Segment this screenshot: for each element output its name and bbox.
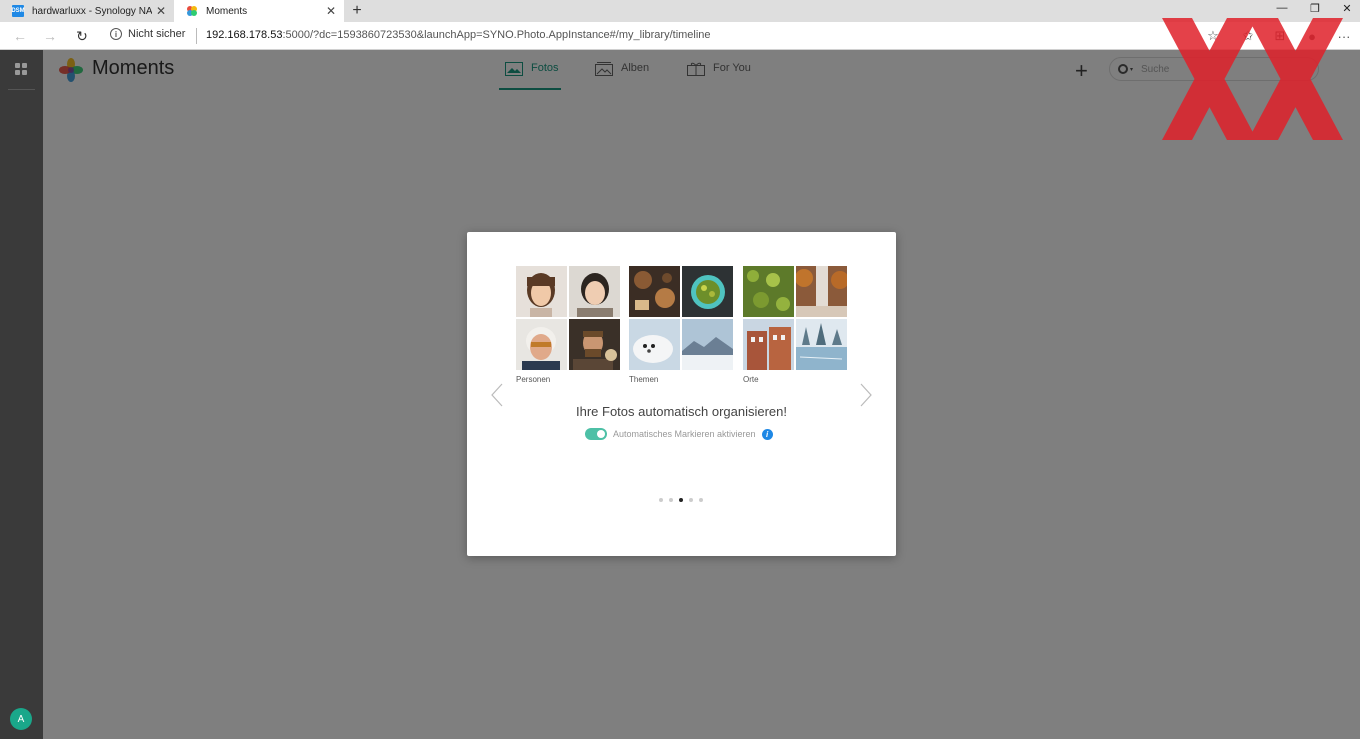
avatar[interactable]: A <box>10 708 32 730</box>
url-host: 192.168.178.53 <box>206 29 283 41</box>
person-photo <box>569 319 620 370</box>
theme-photo <box>682 266 733 317</box>
tab-strip: DSM hardwarluxx - Synology NAS ✕ Moments… <box>0 0 1360 22</box>
auto-tagging-toggle[interactable] <box>585 428 607 440</box>
auto-tagging-row: Automatisches Markieren aktivieren i <box>585 428 773 440</box>
theme-photo <box>682 319 733 370</box>
place-photo <box>796 319 847 370</box>
restore-button[interactable]: ❐ <box>1300 0 1330 16</box>
group-caption: Orte <box>743 375 759 384</box>
security-label: Nicht sicher <box>128 28 186 40</box>
group-caption: Personen <box>516 375 551 384</box>
group-caption: Themen <box>629 375 659 384</box>
dialog-headline: Ihre Fotos automatisch organisieren! <box>576 404 787 419</box>
address-divider <box>196 28 197 44</box>
group-orte: Orte <box>743 266 847 384</box>
person-photo <box>516 266 567 317</box>
address-bar: ← → ↻ i Nicht sicher 192.168.178.53:5000… <box>0 22 1360 50</box>
place-photo <box>743 266 794 317</box>
theme-photo <box>629 319 680 370</box>
group-personen: Personen <box>516 266 620 384</box>
sidebar: A <box>0 50 43 739</box>
pager-dot[interactable] <box>659 498 663 502</box>
reload-button[interactable]: ↻ <box>72 26 92 46</box>
apps-grid-icon[interactable] <box>15 63 27 75</box>
info-icon: i <box>110 28 122 40</box>
watermark-logo-icon <box>1162 18 1343 140</box>
pager-dot[interactable] <box>689 498 693 502</box>
minimize-button[interactable]: — <box>1267 0 1297 16</box>
dsm-icon: DSM <box>11 5 25 17</box>
back-button[interactable]: ← <box>10 26 30 46</box>
sidebar-divider <box>8 89 35 90</box>
tab-title: Moments <box>206 5 248 17</box>
place-photo <box>743 319 794 370</box>
pager-dot[interactable] <box>699 498 703 502</box>
forward-button[interactable]: → <box>40 26 60 46</box>
tab-title: hardwarluxx - Synology NAS <box>32 5 152 17</box>
tab-synology-nas[interactable]: DSM hardwarluxx - Synology NAS ✕ <box>0 0 174 22</box>
close-icon[interactable]: ✕ <box>152 4 170 18</box>
tab-moments[interactable]: Moments ✕ <box>174 0 344 22</box>
place-photo <box>796 266 847 317</box>
new-tab-button[interactable]: + <box>346 0 368 22</box>
url-field[interactable]: 192.168.178.53:5000/?dc=1593860723530&la… <box>206 29 711 41</box>
person-photo <box>569 266 620 317</box>
info-icon[interactable]: i <box>761 428 773 440</box>
toggle-label: Automatisches Markieren aktivieren <box>613 429 756 439</box>
person-photo <box>516 319 567 370</box>
pager-dots <box>659 498 703 502</box>
pager-dot-active[interactable] <box>679 498 683 502</box>
security-indicator[interactable]: i Nicht sicher <box>110 28 185 40</box>
onboarding-dialog: Personen Themen Orte Ihre Fotos automati… <box>467 232 896 556</box>
moments-logo-icon <box>187 6 197 16</box>
url-path: :5000/?dc=1593860723530&launchApp=SYNO.P… <box>282 29 711 41</box>
theme-photo <box>629 266 680 317</box>
close-icon[interactable]: ✕ <box>322 4 340 18</box>
pager-dot[interactable] <box>669 498 673 502</box>
group-themen: Themen <box>629 266 733 384</box>
window-close-button[interactable]: ✕ <box>1332 0 1360 16</box>
